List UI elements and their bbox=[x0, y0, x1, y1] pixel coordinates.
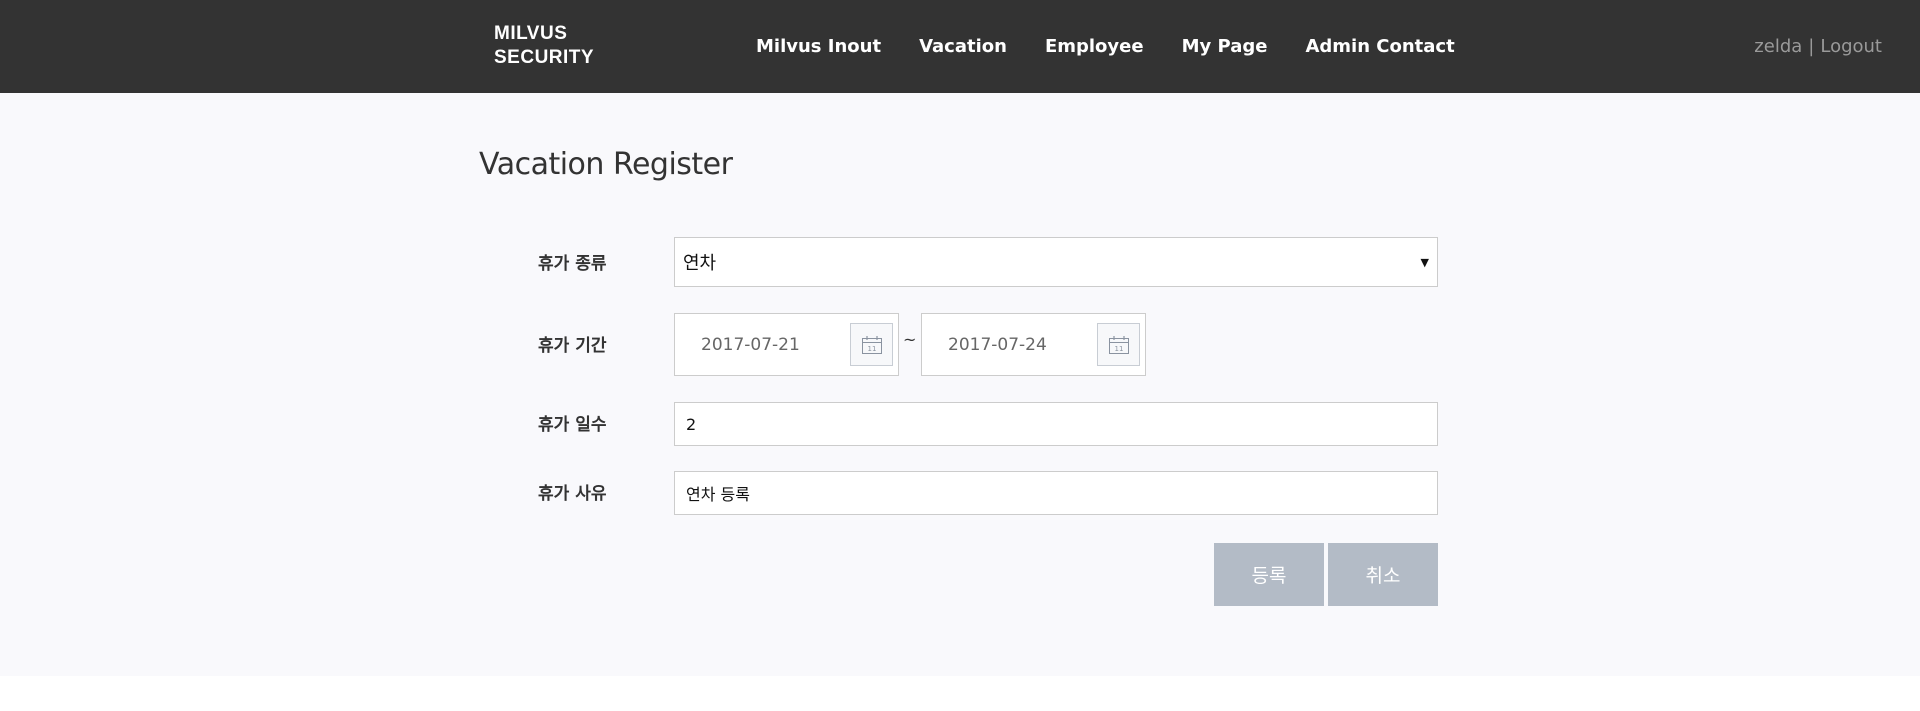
cancel-button[interactable]: 취소 bbox=[1328, 543, 1438, 606]
vacation-period-label: 휴가 기간 bbox=[538, 336, 607, 356]
end-date-picker[interactable]: 2017-07-24 11 bbox=[921, 313, 1146, 376]
user-separator: | bbox=[1808, 36, 1815, 57]
nav-item-vacation[interactable]: Vacation bbox=[919, 36, 1007, 57]
calendar-day-text: 11 bbox=[867, 345, 876, 353]
calendar-icon[interactable]: 11 bbox=[1097, 323, 1140, 366]
user-area: zelda | Logout bbox=[1754, 0, 1882, 93]
start-date-value: 2017-07-21 bbox=[701, 334, 800, 355]
nav-item-milvus-inout[interactable]: Milvus Inout bbox=[756, 36, 881, 57]
end-date-value: 2017-07-24 bbox=[948, 334, 1047, 355]
main-content: Vacation Register 휴가 종류 연차 ▼ 휴가 기간 2017-… bbox=[0, 93, 1920, 676]
vacation-reason-input[interactable]: 연차 등록 bbox=[674, 471, 1438, 515]
page-title: Vacation Register bbox=[479, 147, 733, 182]
nav-item-employee[interactable]: Employee bbox=[1045, 36, 1144, 57]
top-navbar: MILVUS SECURITY Milvus Inout Vacation Em… bbox=[0, 0, 1920, 93]
main-nav: Milvus Inout Vacation Employee My Page A… bbox=[756, 0, 1455, 93]
vacation-days-label: 휴가 일수 bbox=[538, 415, 607, 435]
vacation-type-label: 휴가 종류 bbox=[538, 254, 607, 274]
register-button[interactable]: 등록 bbox=[1214, 543, 1324, 606]
vacation-type-select[interactable]: 연차 ▼ bbox=[674, 237, 1438, 287]
nav-item-my-page[interactable]: My Page bbox=[1182, 36, 1268, 57]
logo-line2: SECURITY bbox=[494, 47, 595, 68]
vacation-reason-label: 휴가 사유 bbox=[538, 484, 607, 504]
username: zelda bbox=[1754, 36, 1803, 57]
vacation-type-value: 연차 bbox=[683, 253, 717, 274]
dropdown-arrow-icon: ▼ bbox=[1420, 255, 1429, 269]
calendar-icon[interactable]: 11 bbox=[850, 323, 893, 366]
start-date-picker[interactable]: 2017-07-21 11 bbox=[674, 313, 899, 376]
nav-item-admin-contact[interactable]: Admin Contact bbox=[1305, 36, 1454, 57]
vacation-days-input[interactable]: 2 bbox=[674, 402, 1438, 446]
calendar-day-text: 11 bbox=[1114, 345, 1123, 353]
logo[interactable]: MILVUS SECURITY bbox=[494, 22, 594, 70]
logout-link[interactable]: Logout bbox=[1820, 36, 1882, 57]
logo-line1: MILVUS bbox=[494, 23, 568, 44]
date-range-separator: ~ bbox=[903, 330, 917, 349]
